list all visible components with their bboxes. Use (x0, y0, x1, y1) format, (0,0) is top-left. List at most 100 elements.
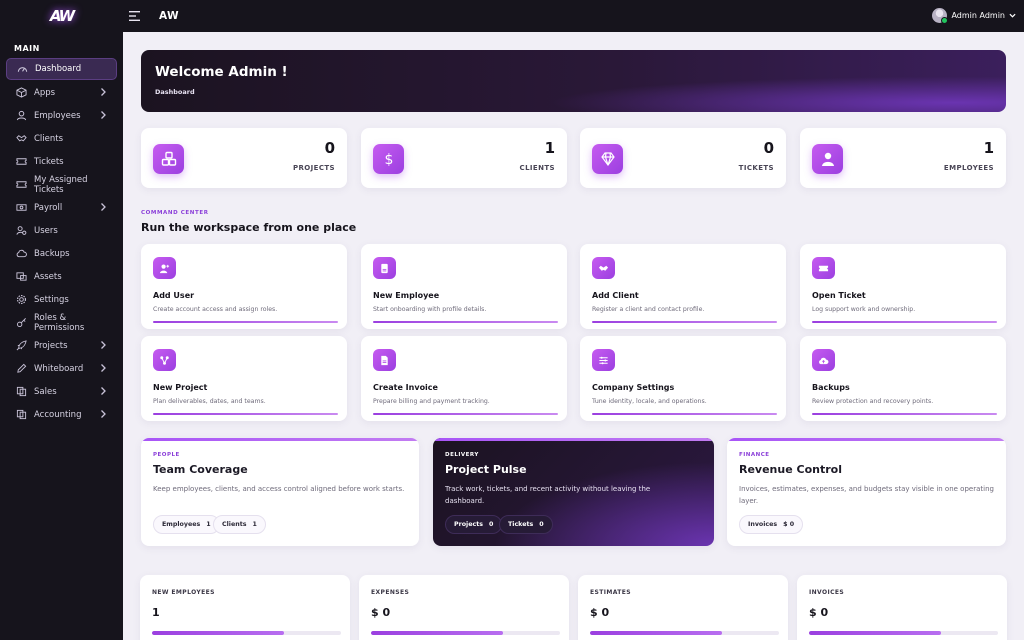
action-card-company-settings[interactable]: Company Settings Tune identity, locale, a… (580, 336, 786, 421)
sidebar-item-clients[interactable]: Clients (6, 127, 117, 150)
chip-count: 0 (539, 521, 544, 528)
action-card-add-client[interactable]: Add Client Register a client and contact … (580, 244, 786, 329)
action-description: Start onboarding with profile details. (373, 306, 487, 313)
handshake-icon (16, 133, 27, 144)
action-title: Create Invoice (373, 383, 438, 392)
chevron-right-icon (99, 386, 107, 396)
sidebar-item-my-assigned-tickets[interactable]: My Assigned Tickets (6, 173, 117, 196)
sidebar-item-label: Payroll (34, 202, 63, 213)
breadcrumb[interactable]: Dashboard (155, 88, 195, 96)
logo[interactable]: AW (0, 0, 123, 32)
user-menu[interactable]: Admin Admin (932, 8, 1016, 24)
stat-card-tickets[interactable]: 0 TICKETS (580, 128, 786, 188)
stat-card-employees[interactable]: 1 EMPLOYEES (800, 128, 1006, 188)
sidebar-item-label: Clients (34, 133, 64, 144)
sidebar-item-tickets[interactable]: Tickets (6, 150, 117, 173)
progress-track (590, 631, 779, 635)
chip-tickets[interactable]: Tickets 0 (499, 515, 553, 534)
project-diagram-icon (153, 349, 176, 371)
metric-value: $ 0 (371, 606, 391, 619)
sidebar-item-label: Apps (34, 87, 56, 98)
sidebar-item-label: Dashboard (35, 64, 82, 74)
chip-projects[interactable]: Projects 0 (445, 515, 503, 534)
stat-card-projects[interactable]: 0 PROJECTS (141, 128, 347, 188)
metric-card-invoices[interactable]: INVOICES $ 0 (797, 575, 1007, 640)
metric-card-new-employees[interactable]: NEW EMPLOYEES 1 (140, 575, 350, 640)
panel-team-coverage: PEOPLE Team Coverage Keep employees, clien… (141, 438, 419, 546)
sidebar-item-label: Projects (34, 340, 68, 351)
metric-card-estimates[interactable]: ESTIMATES $ 0 (578, 575, 788, 640)
sidebar-item-assets[interactable]: Assets (6, 265, 117, 288)
chip-employees[interactable]: Employees 1 (153, 515, 220, 534)
chevron-right-icon (99, 409, 107, 419)
stat-label: CLIENTS (519, 164, 555, 172)
cloud-upload-icon (812, 349, 835, 371)
progress-fill (152, 631, 285, 635)
panel-kicker: DELIVERY (445, 452, 479, 458)
gear-icon (16, 294, 27, 305)
chip-count: 0 (488, 521, 494, 528)
chip-invoices[interactable]: Invoices $ 0 (739, 515, 804, 534)
action-underline (812, 321, 997, 323)
sidebar-item-employees[interactable]: Employees (6, 104, 117, 127)
chevron-right-icon (99, 87, 107, 97)
sidebar-item-whiteboard[interactable]: Whiteboard (6, 357, 117, 380)
panel-description: Track work, tickets, and recent activity… (445, 485, 651, 505)
action-card-new-employee[interactable]: New Employee Start onboarding with profil… (361, 244, 567, 329)
sidebar-item-payroll[interactable]: Payroll (6, 196, 117, 219)
chip-count: 1 (206, 521, 211, 528)
sidebar-item-label: Whiteboard (34, 363, 84, 374)
action-description: Review protection and recovery points. (812, 398, 934, 405)
metric-label: ESTIMATES (590, 589, 632, 596)
action-title: Backups (812, 383, 850, 392)
money-icon (16, 202, 27, 213)
invoice-icon (373, 349, 396, 371)
action-card-backups[interactable]: Backups Review protection and recovery po… (800, 336, 1006, 421)
action-title: Open Ticket (812, 291, 866, 300)
action-card-create-invoice[interactable]: Create Invoice Prepare billing and paymen… (361, 336, 567, 421)
sidebar-item-backups[interactable]: Backups (6, 242, 117, 265)
copy-icon (16, 386, 27, 397)
sidebar-item-projects[interactable]: Projects (6, 334, 117, 357)
stat-value: 1 (983, 139, 994, 157)
sidebar-item-users[interactable]: Users (6, 219, 117, 242)
chevron-right-icon (99, 363, 107, 373)
action-card-new-project[interactable]: New Project Plan deliverables, dates, and… (141, 336, 347, 421)
sidebar-item-apps[interactable]: Apps (6, 81, 117, 104)
chip-label: Employees (162, 521, 201, 528)
avatar[interactable] (932, 8, 949, 24)
sidebar-item-roles-and-permissions[interactable]: Roles & Permissions (6, 311, 117, 334)
progress-fill (371, 631, 504, 635)
chip-label: Clients (222, 521, 247, 528)
sidebar-item-sales[interactable]: Sales (6, 380, 117, 403)
metric-label: INVOICES (809, 589, 845, 596)
metric-card-expenses[interactable]: EXPENSES $ 0 (359, 575, 569, 640)
menu-toggle-icon[interactable] (129, 11, 140, 21)
sidebar-item-dashboard[interactable]: Dashboard (6, 58, 117, 80)
action-underline (153, 321, 338, 323)
chip-clients[interactable]: Clients 1 (213, 515, 266, 534)
ticket-icon (16, 179, 27, 190)
ticket-icon (812, 257, 835, 279)
metric-label: EXPENSES (371, 589, 410, 596)
chip-label: Tickets (508, 521, 534, 528)
stat-label: EMPLOYEES (943, 164, 994, 172)
diamond-icon (592, 144, 623, 174)
action-card-open-ticket[interactable]: Open Ticket Log support work and ownershi… (800, 244, 1006, 329)
sidebar-item-settings[interactable]: Settings (6, 288, 117, 311)
action-card-add-user[interactable]: Add User Create account access and assign… (141, 244, 347, 329)
action-title: Company Settings (592, 383, 675, 392)
topbar: AW Admin Admin (123, 0, 1024, 32)
action-title: Add User (153, 291, 195, 300)
sidebar-nav: Dashboard Apps Employees Clients Tickets My A… (0, 58, 123, 426)
panel-description: Keep employees, clients, and access cont… (153, 485, 405, 493)
stat-card-clients[interactable]: $1 CLIENTS (361, 128, 567, 188)
action-title: Add Client (592, 291, 639, 300)
stat-label: PROJECTS (292, 164, 335, 172)
sidebar-item-accounting[interactable]: Accounting (6, 403, 117, 426)
sidebar: AW MAIN Dashboard Apps Employees Clients Tic… (0, 0, 123, 640)
rocket-icon (16, 340, 27, 351)
action-underline (153, 413, 338, 415)
sliders-icon (592, 349, 615, 371)
sidebar-item-label: Assets (34, 271, 62, 282)
